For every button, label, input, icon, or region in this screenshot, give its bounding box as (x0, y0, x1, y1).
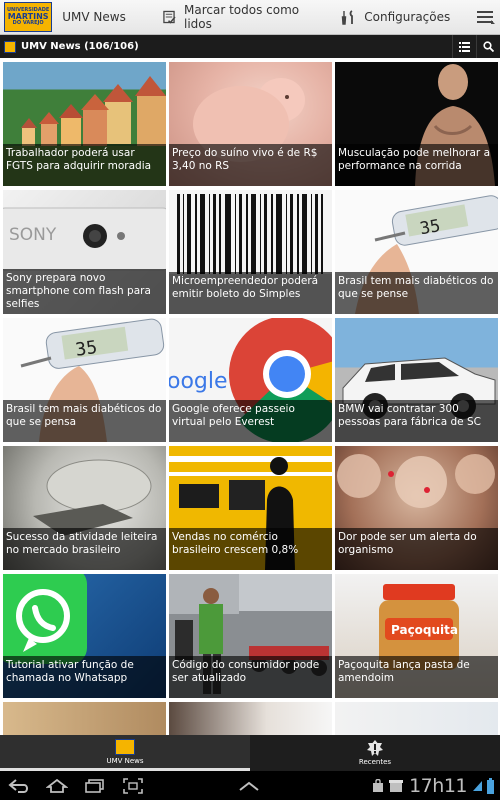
tab-umv-news[interactable]: UMV News (0, 735, 250, 771)
glucose-reading-text: 35 (74, 337, 98, 361)
status-area[interactable]: 17h11 (372, 775, 494, 797)
tab-label: UMV News (106, 756, 144, 765)
news-caption: Brasil tem mais diabéticos do que se pen… (335, 272, 498, 314)
mark-all-read-button[interactable]: Marcar todos como lidos (163, 3, 319, 31)
news-tile[interactable]: Preço do suíno vivo é de R$ 3,40 no RS (169, 62, 332, 186)
news-tile[interactable]: Dor pode ser um alerta do organismo (335, 446, 498, 570)
news-photo (3, 702, 166, 735)
app-logo[interactable]: UNIVERSIDADE MARTINS DO VAREJO (4, 2, 53, 32)
news-caption: Trabalhador poderá usar FGTS para adquir… (3, 144, 166, 186)
news-tile[interactable]: SONY Sony prepara novo smartphone com fl… (3, 190, 166, 314)
bottom-tab-bar: UMV News Recentes (0, 735, 500, 771)
news-caption: Musculação pode melhorar a performance n… (335, 144, 498, 186)
recent-apps-icon (85, 778, 104, 793)
chevron-up-icon[interactable] (238, 777, 260, 796)
news-caption: Microempreendedor poderá emitir boleto d… (169, 272, 332, 314)
news-tile[interactable]: Sucesso da atividade leiteira no mercado… (3, 446, 166, 570)
tab-label: Recentes (358, 758, 392, 766)
alert-icon (365, 740, 385, 756)
feed-logo-icon (4, 40, 16, 53)
news-caption: Vendas no comércio brasileiro crescem 0,… (169, 528, 332, 570)
news-tile[interactable]: Trabalhador poderá usar FGTS para adquir… (3, 62, 166, 186)
system-bar: 17h11 (0, 771, 500, 800)
news-caption: Brasil tem mais diabéticos do que se pen… (3, 400, 166, 442)
news-tile[interactable]: Musculação pode melhorar a performance n… (335, 62, 498, 186)
tab-recentes[interactable]: Recentes (250, 735, 500, 771)
overflow-menu-button[interactable] (472, 2, 500, 32)
news-caption: Sony prepara novo smartphone com flash p… (3, 269, 166, 314)
app-title: UMV News (62, 10, 126, 24)
feed-header-bar: UMV News (106/106) (0, 35, 500, 58)
news-tile[interactable]: Microempreendedor poderá emitir boleto d… (169, 190, 332, 314)
search-icon (483, 41, 494, 52)
news-tile[interactable] (3, 702, 166, 735)
battery-icon (487, 777, 494, 794)
clock: 17h11 (409, 774, 467, 797)
news-caption: Tutorial ativar função de chamada no Wha… (3, 656, 166, 698)
package-icon (389, 780, 404, 792)
settings-button[interactable]: Configurações (341, 9, 451, 25)
news-tile[interactable]: oogle Google oferece passeio virtual pel… (169, 318, 332, 442)
news-tile[interactable]: 35 Brasil tem mais diabéticos do que se … (335, 190, 498, 314)
news-caption: Dor pode ser um alerta do organismo (335, 528, 498, 570)
news-caption: Código do consumidor pode ser atualizado (169, 656, 332, 698)
action-bar: UNIVERSIDADE MARTINS DO VAREJO UMV News … (0, 0, 500, 35)
shopping-bag-icon (373, 779, 384, 792)
list-view-button[interactable] (452, 35, 476, 58)
news-tile[interactable]: Paçoquita Paçoquita lança pasta de amend… (335, 574, 498, 698)
news-tile[interactable] (169, 702, 332, 735)
home-button[interactable] (38, 771, 76, 800)
news-tile[interactable]: Tutorial ativar função de chamada no Wha… (3, 574, 166, 698)
news-photo (335, 702, 498, 735)
back-icon (8, 778, 28, 793)
news-caption: Paçoquita lança pasta de amendoim (335, 656, 498, 698)
news-tile[interactable]: BMW vai contratar 300 pessoas para fábri… (335, 318, 498, 442)
news-caption: BMW vai contratar 300 pessoas para fábri… (335, 400, 498, 442)
news-caption: Preço do suíno vivo é de R$ 3,40 no RS (169, 144, 332, 186)
list-icon (459, 41, 470, 52)
pacoquita-label-text: Paçoquita (391, 623, 458, 637)
news-caption: Sucesso da atividade leiteira no mercado… (3, 528, 166, 570)
mark-all-read-label: Marcar todos como lidos (184, 3, 300, 31)
news-grid: Trabalhador poderá usar FGTS para adquir… (0, 58, 500, 735)
screenshot-icon (123, 777, 143, 794)
home-icon (46, 778, 68, 793)
recent-apps-button[interactable] (76, 771, 114, 800)
news-tile[interactable]: Código do consumidor pode ser atualizado (169, 574, 332, 698)
news-photo (169, 702, 332, 735)
news-tile[interactable]: 35 Brasil tem mais diabéticos do que se … (3, 318, 166, 442)
logo-line-3: DO VAREJO (12, 20, 44, 26)
google-logo-text: oogle (169, 369, 228, 394)
search-button[interactable] (476, 35, 500, 58)
glucose-reading-text: 35 (418, 216, 442, 239)
wifi-icon (473, 780, 482, 791)
umv-logo-icon (115, 738, 135, 755)
back-button[interactable] (0, 771, 38, 800)
screenshot-button[interactable] (114, 771, 152, 800)
feed-title: UMV News (106/106) (21, 41, 139, 52)
news-tile[interactable]: Vendas no comércio brasileiro crescem 0,… (169, 446, 332, 570)
menu-icon (477, 11, 496, 24)
sony-brand-text: SONY (9, 225, 57, 245)
news-caption: Google oferece passeio virtual pelo Ever… (169, 400, 332, 442)
tools-icon (342, 9, 354, 25)
news-tile[interactable] (335, 702, 498, 735)
mark-read-icon (163, 10, 176, 24)
settings-label: Configurações (364, 10, 451, 24)
